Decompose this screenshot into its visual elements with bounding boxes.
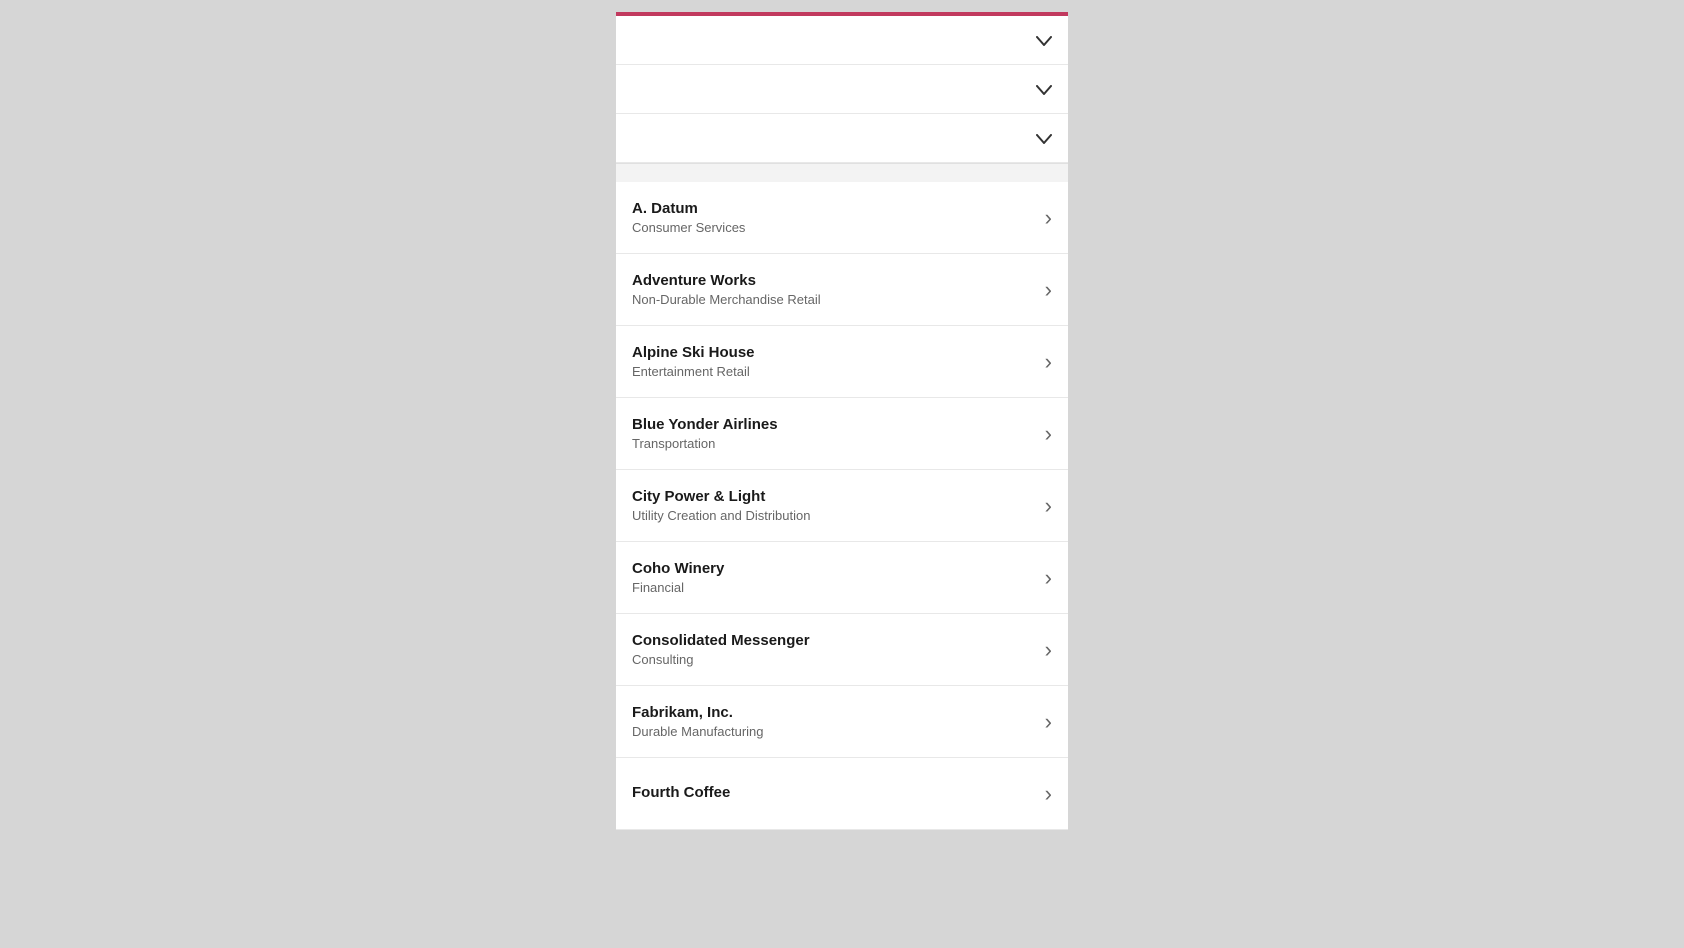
list-item-title-blue-yonder-airlines: Blue Yonder Airlines: [632, 416, 1037, 433]
accounts-list: A. Datum Consumer Services › Adventure Work…: [616, 182, 1068, 830]
chevron-right-icon-adventure-works: ›: [1045, 277, 1052, 303]
list-item-a-datum[interactable]: A. Datum Consumer Services ›: [616, 182, 1068, 254]
list-item-subtitle-city-power-light: Utility Creation and Distribution: [632, 508, 1037, 523]
list-item-title-alpine-ski-house: Alpine Ski House: [632, 344, 1037, 361]
list-item-title-a-datum: A. Datum: [632, 200, 1037, 217]
list-item-content-fourth-coffee: Fourth Coffee: [632, 784, 1037, 804]
list-item-title-consolidated-messenger: Consolidated Messenger: [632, 632, 1037, 649]
list-item-fabrikam-inc[interactable]: Fabrikam, Inc. Durable Manufacturing ›: [616, 686, 1068, 758]
list-item-content-alpine-ski-house: Alpine Ski House Entertainment Retail: [632, 344, 1037, 379]
list-item-subtitle-alpine-ski-house: Entertainment Retail: [632, 364, 1037, 379]
list-item-blue-yonder-airlines[interactable]: Blue Yonder Airlines Transportation ›: [616, 398, 1068, 470]
list-item-content-fabrikam-inc: Fabrikam, Inc. Durable Manufacturing: [632, 704, 1037, 739]
main-panel: A. Datum Consumer Services › Adventure Work…: [616, 12, 1068, 830]
list-item-subtitle-fabrikam-inc: Durable Manufacturing: [632, 724, 1037, 739]
list-item-content-adventure-works: Adventure Works Non-Durable Merchandise R…: [632, 272, 1037, 307]
filter-row-1[interactable]: [616, 16, 1068, 65]
chevron-right-icon-coho-winery: ›: [1045, 565, 1052, 591]
list-item-content-coho-winery: Coho Winery Financial: [632, 560, 1037, 595]
list-item-subtitle-a-datum: Consumer Services: [632, 220, 1037, 235]
list-item-fourth-coffee[interactable]: Fourth Coffee ›: [616, 758, 1068, 830]
list-item-title-coho-winery: Coho Winery: [632, 560, 1037, 577]
list-item-title-adventure-works: Adventure Works: [632, 272, 1037, 289]
list-item-content-consolidated-messenger: Consolidated Messenger Consulting: [632, 632, 1037, 667]
chevron-down-icon-3: [1036, 128, 1052, 148]
chevron-right-icon-blue-yonder-airlines: ›: [1045, 421, 1052, 447]
list-item-title-city-power-light: City Power & Light: [632, 488, 1037, 505]
list-item-coho-winery[interactable]: Coho Winery Financial ›: [616, 542, 1068, 614]
list-item-content-a-datum: A. Datum Consumer Services: [632, 200, 1037, 235]
filter-section: [616, 16, 1068, 164]
list-item-consolidated-messenger[interactable]: Consolidated Messenger Consulting ›: [616, 614, 1068, 686]
list-item-title-fabrikam-inc: Fabrikam, Inc.: [632, 704, 1037, 721]
chevron-right-icon-alpine-ski-house: ›: [1045, 349, 1052, 375]
list-item-title-fourth-coffee: Fourth Coffee: [632, 784, 1037, 801]
list-item-subtitle-consolidated-messenger: Consulting: [632, 652, 1037, 667]
list-item-city-power-light[interactable]: City Power & Light Utility Creation and D…: [616, 470, 1068, 542]
chevron-down-icon-2: [1036, 79, 1052, 99]
chevron-right-icon-fourth-coffee: ›: [1045, 781, 1052, 807]
chevron-right-icon-consolidated-messenger: ›: [1045, 637, 1052, 663]
list-item-content-city-power-light: City Power & Light Utility Creation and D…: [632, 488, 1037, 523]
filter-row-2[interactable]: [616, 65, 1068, 114]
chevron-right-icon-fabrikam-inc: ›: [1045, 709, 1052, 735]
list-item-subtitle-coho-winery: Financial: [632, 580, 1037, 595]
list-item-subtitle-blue-yonder-airlines: Transportation: [632, 436, 1037, 451]
filter-row-3[interactable]: [616, 114, 1068, 163]
list-item-content-blue-yonder-airlines: Blue Yonder Airlines Transportation: [632, 416, 1037, 451]
list-item-subtitle-adventure-works: Non-Durable Merchandise Retail: [632, 292, 1037, 307]
list-item-alpine-ski-house[interactable]: Alpine Ski House Entertainment Retail ›: [616, 326, 1068, 398]
spacer: [616, 164, 1068, 182]
chevron-right-icon-a-datum: ›: [1045, 205, 1052, 231]
chevron-down-icon-1: [1036, 30, 1052, 50]
chevron-right-icon-city-power-light: ›: [1045, 493, 1052, 519]
list-item-adventure-works[interactable]: Adventure Works Non-Durable Merchandise R…: [616, 254, 1068, 326]
